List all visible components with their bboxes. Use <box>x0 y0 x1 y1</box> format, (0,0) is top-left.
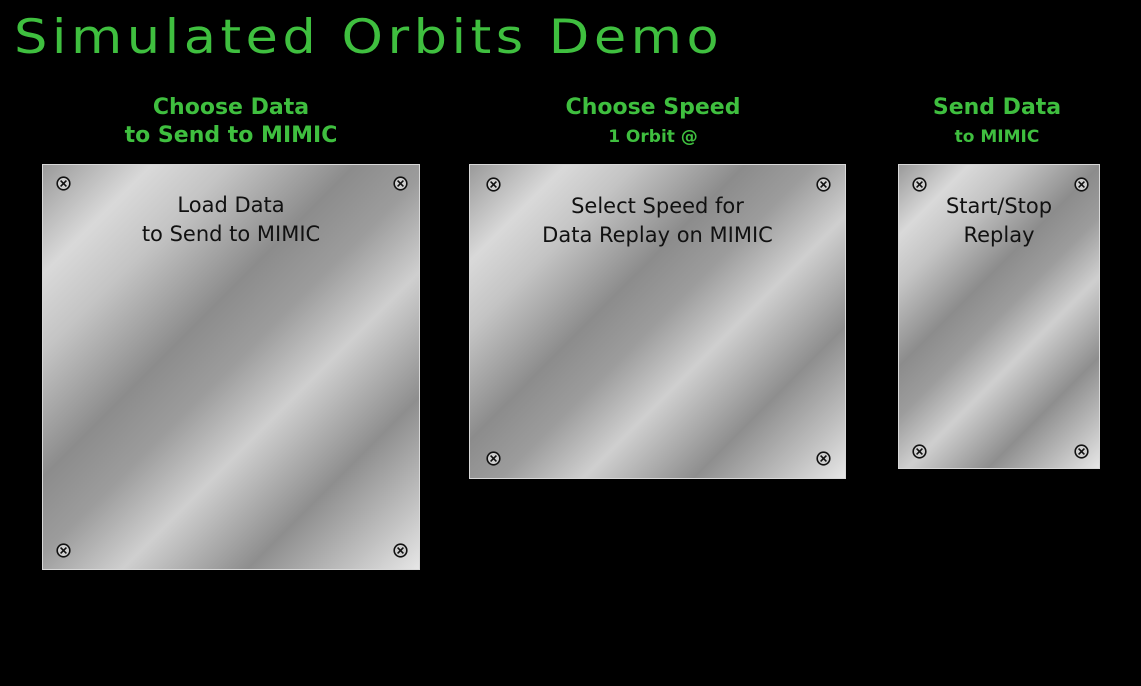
choose-speed-header: Choose Speed 1 Orbit @ <box>540 94 766 152</box>
start-stop-replay-panel[interactable]: Start/Stop Replay <box>898 164 1100 469</box>
screw-icon <box>393 176 408 191</box>
select-speed-label-line1: Select Speed for <box>571 194 744 218</box>
load-data-panel[interactable]: Load Data to Send to MIMIC <box>42 164 420 570</box>
screw-icon <box>912 444 927 459</box>
page-title: Simulated Orbits Demo <box>14 10 724 65</box>
load-data-label-line2: to Send to MIMIC <box>141 222 321 246</box>
send-data-header-title: Send Data <box>932 95 1062 120</box>
screw-icon <box>56 176 71 191</box>
screw-icon <box>1074 444 1089 459</box>
load-data-label-line1: Load Data <box>177 193 285 217</box>
app-window: Simulated Orbits Demo Choose Data to Sen… <box>0 0 1141 686</box>
screw-icon <box>56 543 71 558</box>
send-data-header: Send Data to MIMIC <box>912 94 1082 152</box>
choose-speed-header-subtitle: 1 Orbit @ <box>608 127 698 147</box>
choose-data-header-title: Choose Data <box>152 95 310 120</box>
screw-icon <box>1074 177 1089 192</box>
send-data-header-subtitle: to MIMIC <box>954 127 1040 147</box>
start-stop-label-line1: Start/Stop <box>945 194 1053 218</box>
choose-data-header-subtitle: to Send to MIMIC <box>124 123 338 148</box>
load-data-panel-label: Load Data to Send to MIMIC <box>43 191 419 249</box>
select-speed-panel-label: Select Speed for Data Replay on MIMIC <box>470 192 845 250</box>
screw-icon <box>486 177 501 192</box>
screw-icon <box>486 451 501 466</box>
screw-icon <box>816 177 831 192</box>
screw-icon <box>393 543 408 558</box>
choose-speed-header-title: Choose Speed <box>565 95 741 120</box>
start-stop-panel-label: Start/Stop Replay <box>899 192 1099 250</box>
select-speed-panel[interactable]: Select Speed for Data Replay on MIMIC <box>469 164 846 479</box>
start-stop-label-line2: Replay <box>963 223 1035 247</box>
select-speed-label-line2: Data Replay on MIMIC <box>542 223 773 247</box>
screw-icon <box>816 451 831 466</box>
choose-data-header: Choose Data to Send to MIMIC <box>115 94 347 150</box>
screw-icon <box>912 177 927 192</box>
